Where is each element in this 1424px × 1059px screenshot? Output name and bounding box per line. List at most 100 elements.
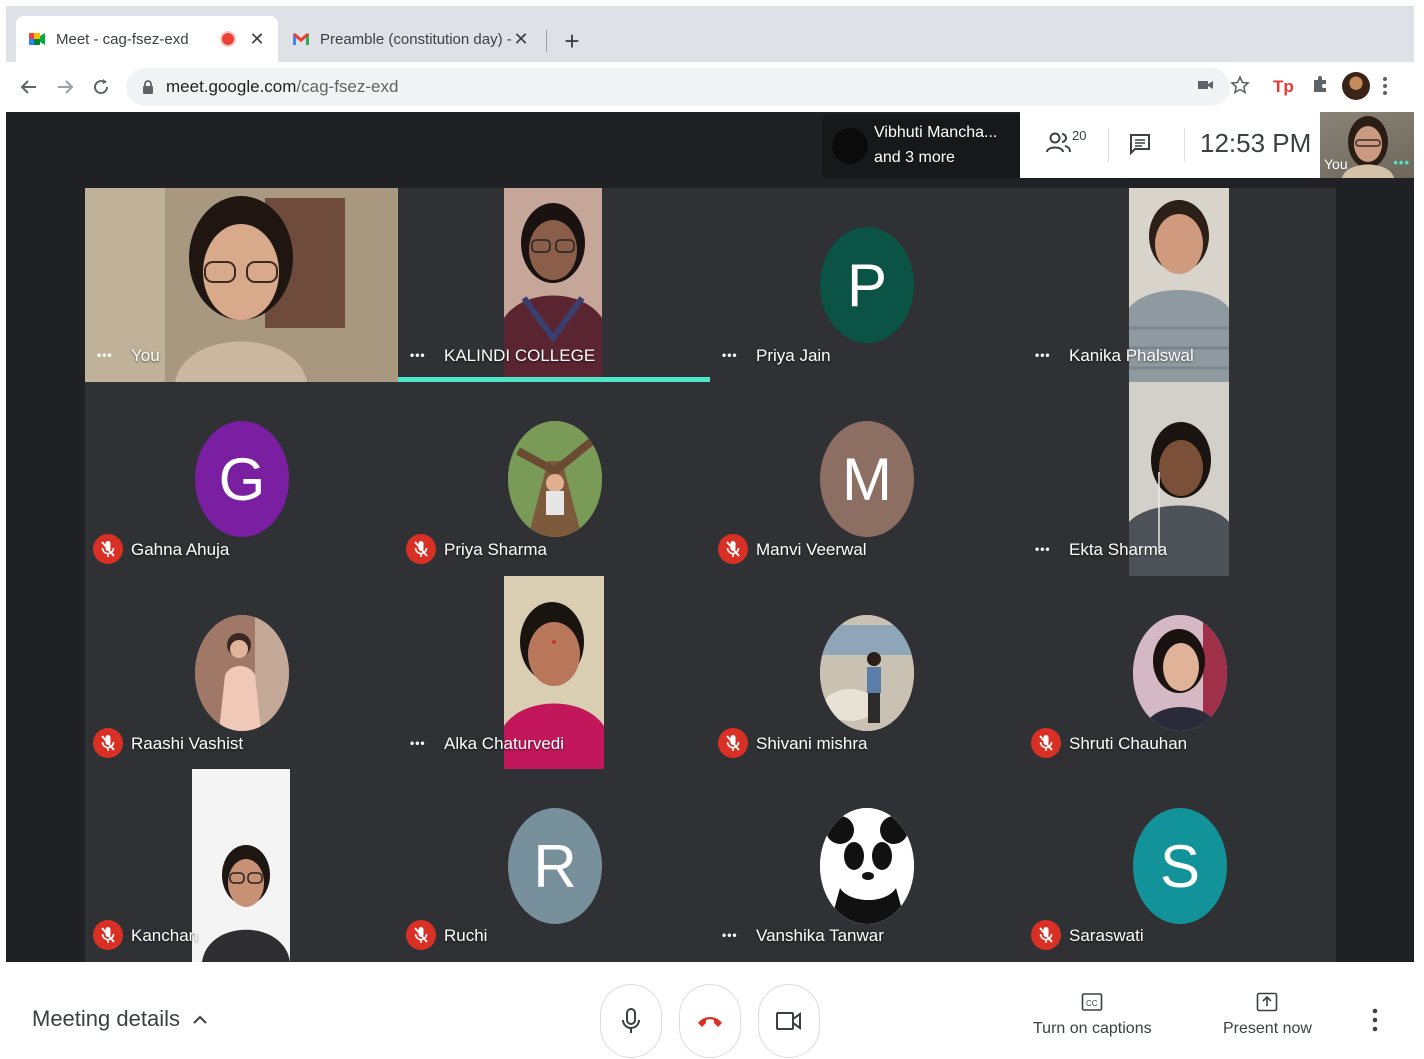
close-tab-icon[interactable]: ✕ <box>512 29 530 50</box>
participant-name: Vanshika Tanwar <box>756 926 884 945</box>
participant-tile[interactable]: ••• KALINDI COLLEGE <box>398 188 711 382</box>
muted-mic-icon <box>406 534 436 564</box>
url-host: meet.google.com <box>166 77 297 96</box>
gmail-icon <box>293 33 309 45</box>
muted-mic-icon <box>1031 728 1061 758</box>
muted-mic-icon <box>718 534 748 564</box>
participant-avatar-photo <box>195 615 289 731</box>
microphone-button[interactable] <box>600 984 662 1058</box>
tab-meet[interactable]: Meet - cag-fsez-exd ✕ <box>16 16 278 62</box>
more-options-icon[interactable]: ••• <box>722 928 738 942</box>
camera-button[interactable] <box>758 984 820 1058</box>
people-button[interactable]: 20 <box>1046 128 1086 154</box>
participant-name: Shruti Chauhan <box>1069 734 1188 753</box>
more-options-vertical-icon[interactable] <box>1372 1008 1378 1032</box>
lock-icon <box>143 79 153 94</box>
participant-tile[interactable]: ••• Ekta Sharma <box>1023 382 1336 576</box>
arrow-right-icon <box>58 80 74 94</box>
hang-up-icon <box>698 1017 722 1027</box>
extension-tp-icon[interactable]: Tp <box>1272 74 1294 98</box>
reload-button[interactable] <box>86 72 116 102</box>
presenting-indicator[interactable]: Vibhuti Mancha... and 3 more <box>822 114 1020 178</box>
meeting-clock: 12:53 PM <box>1200 128 1312 158</box>
participant-tile[interactable]: S Saraswati <box>1023 769 1336 962</box>
captions-button[interactable]: CC Turn on captions <box>1033 992 1152 1038</box>
close-tab-icon[interactable]: ✕ <box>248 29 266 50</box>
divider <box>1184 128 1185 162</box>
participant-avatar: S <box>1133 808 1227 924</box>
recording-indicator-icon <box>222 33 234 45</box>
participant-name: Gahna Ahuja <box>131 540 230 559</box>
svg-text:Tp: Tp <box>1273 77 1294 96</box>
more-options-icon[interactable]: ••• <box>1035 542 1051 556</box>
meet-bottom-bar: Meeting details CC Turn on captions Pres… <box>6 962 1414 1059</box>
muted-mic-icon <box>718 728 748 758</box>
self-view-label: You <box>1324 156 1348 172</box>
address-bar[interactable]: meet.google.com/cag-fsez-exd <box>126 68 1230 106</box>
more-options-icon[interactable]: ••• <box>410 736 426 750</box>
participant-tile[interactable]: Shivani mishra <box>710 576 1023 770</box>
tab-divider <box>546 30 547 52</box>
presenter-avatar <box>832 128 868 164</box>
more-options-icon[interactable]: ••• <box>722 348 738 362</box>
participant-tile[interactable]: Shruti Chauhan <box>1023 576 1336 770</box>
participant-avatar-photo <box>1133 615 1227 731</box>
participant-name: Priya Sharma <box>444 540 547 559</box>
muted-mic-icon <box>93 534 123 564</box>
divider <box>1108 128 1109 162</box>
participant-tile[interactable]: Priya Sharma <box>398 382 711 576</box>
forward-button[interactable] <box>50 72 80 102</box>
participant-tile[interactable]: G Gahna Ahuja <box>85 382 398 576</box>
tab-strip: Meet - cag-fsez-exd ✕ Preamble (constitu… <box>6 6 1414 62</box>
video-camera-icon <box>776 1012 801 1030</box>
muted-mic-icon <box>93 728 123 758</box>
leave-call-button[interactable] <box>679 984 741 1058</box>
google-meet-icon <box>29 33 45 45</box>
participant-name: Kanchan <box>131 926 199 945</box>
participant-avatar: M <box>820 421 914 537</box>
extensions-puzzle-icon[interactable] <box>1310 74 1330 96</box>
bookmark-star-icon[interactable] <box>1230 75 1250 95</box>
captions-icon: CC <box>1081 993 1103 1011</box>
participant-name: Ruchi <box>444 926 488 945</box>
self-view-thumbnail[interactable]: You ••• <box>1320 112 1414 178</box>
participant-tile[interactable]: ••• Alka Chaturvedi <box>398 576 711 770</box>
participant-name: Ekta Sharma <box>1069 540 1168 559</box>
more-options-icon[interactable]: ••• <box>1035 348 1051 362</box>
participant-name: Shivani mishra <box>756 734 868 753</box>
url-path: /cag-fsez-exd <box>296 77 399 96</box>
profile-avatar[interactable] <box>1342 72 1370 100</box>
participant-tile[interactable]: Kanchan <box>85 769 398 962</box>
participant-avatar: G <box>195 421 289 537</box>
participant-tile[interactable]: P ••• Priya Jain <box>710 188 1023 382</box>
muted-mic-icon <box>93 920 123 950</box>
participant-tile[interactable]: Raashi Vashist <box>85 576 398 770</box>
participant-name: You <box>131 346 160 365</box>
more-options-icon[interactable]: ••• <box>410 348 426 362</box>
back-button[interactable] <box>14 72 44 102</box>
browser-menu-icon[interactable] <box>1382 76 1388 96</box>
url-text: meet.google.com/cag-fsez-exd <box>166 77 398 97</box>
camera-in-use-icon[interactable] <box>1196 75 1216 95</box>
more-options-icon[interactable]: ••• <box>1393 155 1410 170</box>
present-now-button[interactable]: Present now <box>1223 992 1312 1038</box>
new-tab-button[interactable]: + <box>558 24 586 58</box>
participant-name: Raashi Vashist <box>131 734 244 753</box>
presenter-more: and 3 more <box>874 149 955 166</box>
tab-gmail[interactable]: Preamble (constitution day) - ∨ ✕ <box>280 16 542 62</box>
participant-name: Kanika Phalswal <box>1069 346 1194 365</box>
meeting-details-button[interactable]: Meeting details <box>32 1006 208 1032</box>
participant-tile[interactable]: M Manvi Veerwal <box>710 382 1023 576</box>
chat-button[interactable] <box>1128 132 1152 161</box>
more-options-icon[interactable]: ••• <box>97 348 113 362</box>
present-now-label: Present now <box>1223 1020 1312 1037</box>
participant-name: KALINDI COLLEGE <box>444 346 596 365</box>
participant-tile[interactable]: ••• You <box>85 188 398 382</box>
captions-label: Turn on captions <box>1033 1020 1152 1037</box>
participant-tile[interactable]: ••• Vanshika Tanwar <box>710 769 1023 962</box>
meet-stage: Vibhuti Mancha... and 3 more 20 12:53 PM <box>6 112 1414 962</box>
chevron-up-icon <box>193 1015 207 1024</box>
participant-tile[interactable]: ••• Kanika Phalswal <box>1023 188 1336 382</box>
participant-tile[interactable]: R Ruchi <box>398 769 711 962</box>
muted-mic-icon <box>1031 920 1061 950</box>
